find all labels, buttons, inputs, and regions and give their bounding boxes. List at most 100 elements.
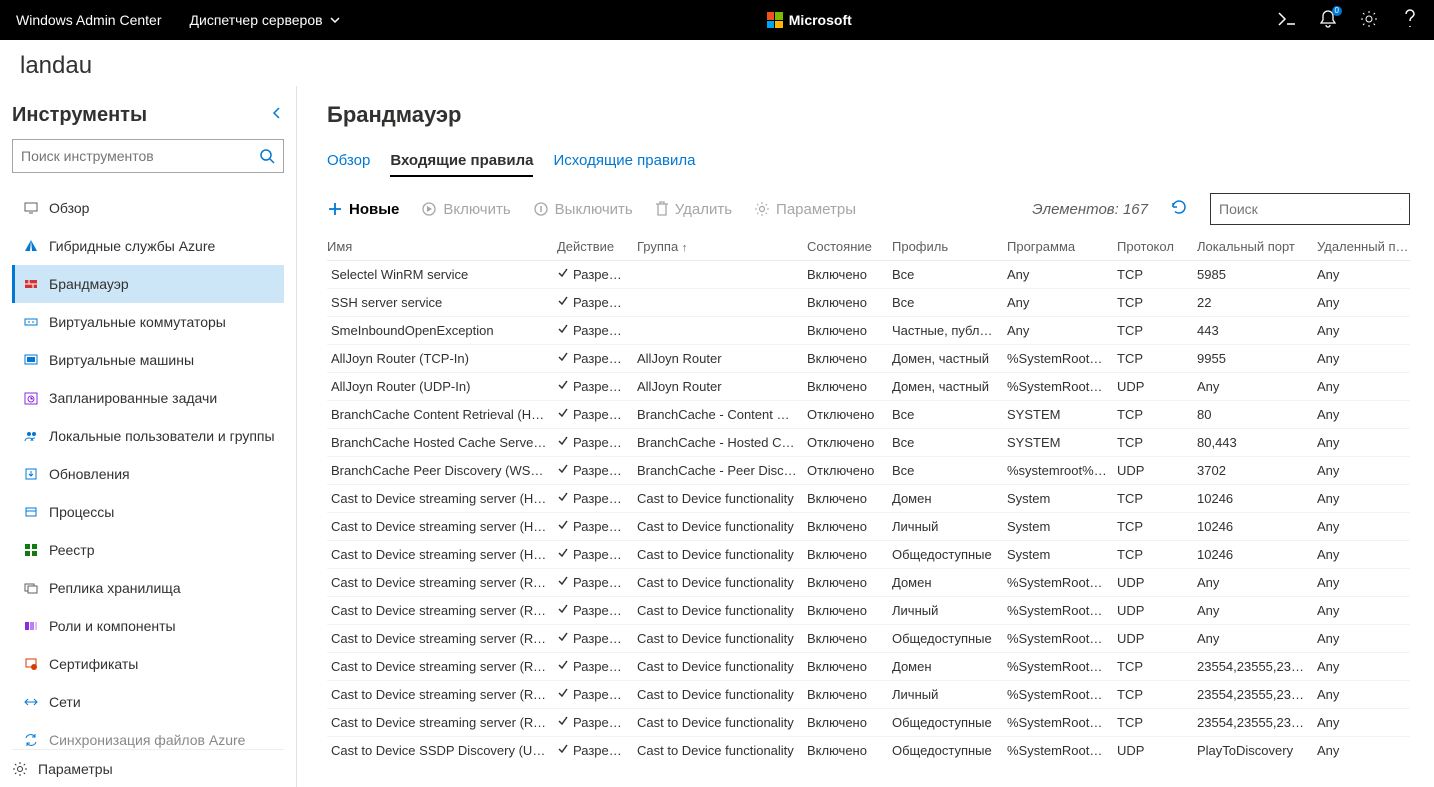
sidebar-item[interactable]: Локальные пользователи и группы	[12, 417, 284, 455]
server-manager-dropdown[interactable]: Диспетчер серверов	[190, 12, 341, 28]
sidebar-item[interactable]: Виртуальные коммутаторы	[12, 303, 284, 341]
table-row[interactable]: Cast to Device streaming server (HTTP…Ра…	[327, 485, 1410, 513]
sidebar-item[interactable]: Роли и компоненты	[12, 607, 284, 645]
enable-icon	[421, 201, 437, 217]
enable-button[interactable]: Включить	[421, 201, 510, 218]
cell-lport: 3702	[1197, 457, 1317, 485]
cell-group: Cast to Device functionality	[637, 569, 807, 597]
sidebar-item-label: Виртуальные машины	[49, 352, 194, 368]
cell-action: Разре…	[557, 401, 637, 429]
cell-state: Включено	[807, 541, 892, 569]
tab-incoming[interactable]: Входящие правила	[390, 152, 533, 177]
microsoft-label: Microsoft	[789, 12, 852, 28]
sidebar-item[interactable]: Обновления	[12, 455, 284, 493]
check-icon	[557, 687, 569, 702]
grid-search[interactable]	[1210, 193, 1410, 225]
sidebar-item[interactable]: Брандмауэр	[12, 265, 284, 303]
new-button[interactable]: Новые	[327, 201, 399, 218]
cell-state: Включено	[807, 625, 892, 653]
cell-program: %systemroot%\s…	[1007, 457, 1117, 485]
update-icon	[23, 466, 39, 482]
params-button[interactable]: Параметры	[754, 201, 856, 218]
table-row[interactable]: AllJoyn Router (UDP-In)Разре…AllJoyn Rou…	[327, 373, 1410, 401]
sync-icon	[23, 732, 39, 748]
cell-group	[637, 317, 807, 345]
column-header[interactable]: Имя	[327, 233, 557, 261]
cell-action: Разре…	[557, 569, 637, 597]
table-row[interactable]: Cast to Device streaming server (RTSP…Ра…	[327, 653, 1410, 681]
column-header[interactable]: Состояние	[807, 233, 892, 261]
collapse-sidebar-icon[interactable]	[270, 106, 284, 125]
table-row[interactable]: SSH server serviceРазре…ВключеноВсеAnyTC…	[327, 289, 1410, 317]
sidebar-search-input[interactable]	[21, 148, 259, 164]
cell-lport: Any	[1197, 625, 1317, 653]
cell-proto: TCP	[1117, 653, 1197, 681]
check-icon	[557, 379, 569, 394]
table-row[interactable]: Cast to Device SSDP Discovery (UDP-In)Ра…	[327, 737, 1410, 765]
table-row[interactable]: Cast to Device streaming server (RTCP…Ра…	[327, 597, 1410, 625]
settings-icon[interactable]	[1360, 10, 1378, 31]
table-row[interactable]: Cast to Device streaming server (RTSP…Ра…	[327, 681, 1410, 709]
sidebar-item-label: Локальные пользователи и группы	[49, 428, 275, 444]
help-icon[interactable]	[1402, 9, 1418, 32]
delete-button[interactable]: Удалить	[655, 201, 732, 218]
cell-name: Cast to Device streaming server (RTCP…	[327, 569, 557, 597]
table-row[interactable]: Cast to Device streaming server (RTCP…Ра…	[327, 625, 1410, 653]
cell-group: Cast to Device functionality	[637, 513, 807, 541]
table-row[interactable]: AllJoyn Router (TCP-In)Разре…AllJoyn Rou…	[327, 345, 1410, 373]
sidebar-item[interactable]: Гибридные службы Azure	[12, 227, 284, 265]
table-row[interactable]: Cast to Device streaming server (RTCP…Ра…	[327, 569, 1410, 597]
cell-program: System	[1007, 541, 1117, 569]
sidebar-item[interactable]: Реестр	[12, 531, 284, 569]
table-row[interactable]: BranchCache Content Retrieval (HTTP-…Раз…	[327, 401, 1410, 429]
cell-program: Any	[1007, 289, 1117, 317]
table-row[interactable]: BranchCache Peer Discovery (WSD-In)Разре…	[327, 457, 1410, 485]
sidebar-footer-settings[interactable]: Параметры	[12, 749, 284, 787]
cell-program: System	[1007, 513, 1117, 541]
table-row[interactable]: Cast to Device streaming server (RTSP…Ра…	[327, 709, 1410, 737]
powershell-icon[interactable]	[1278, 12, 1296, 29]
sidebar-search[interactable]	[12, 139, 284, 173]
table-row[interactable]: BranchCache Hosted Cache Server (H…Разре…	[327, 429, 1410, 457]
column-header[interactable]: Группа ↑	[637, 233, 807, 261]
column-header[interactable]: Протокол	[1117, 233, 1197, 261]
cell-program: Any	[1007, 261, 1117, 289]
firewall-icon	[23, 276, 39, 292]
notifications-icon[interactable]: 0	[1320, 10, 1336, 31]
sidebar-item[interactable]: Обзор	[12, 189, 284, 227]
sidebar-item[interactable]: Виртуальные машины	[12, 341, 284, 379]
table-row[interactable]: SmeInboundOpenExceptionРазре…ВключеноЧас…	[327, 317, 1410, 345]
cell-profile: Домен, частный	[892, 345, 1007, 373]
check-icon	[557, 295, 569, 310]
cell-name: Cast to Device streaming server (HTTP…	[327, 485, 557, 513]
column-header[interactable]: Профиль	[892, 233, 1007, 261]
table-row[interactable]: Cast to Device streaming server (HTTP…Ра…	[327, 513, 1410, 541]
cell-proto: TCP	[1117, 345, 1197, 373]
table-row[interactable]: Selectel WinRM serviceРазре…ВключеноВсеA…	[327, 261, 1410, 289]
tab-outgoing[interactable]: Исходящие правила	[553, 152, 695, 177]
brand-label[interactable]: Windows Admin Center	[16, 12, 162, 28]
notifications-badge: 0	[1332, 6, 1342, 16]
sidebar-item[interactable]: Синхронизация файлов Azure	[12, 721, 284, 749]
cell-name: AllJoyn Router (UDP-In)	[327, 373, 557, 401]
sidebar-item[interactable]: Запланированные задачи	[12, 379, 284, 417]
sidebar-item-label: Реестр	[49, 542, 95, 558]
sidebar-item[interactable]: Сети	[12, 683, 284, 721]
refresh-button[interactable]	[1170, 198, 1188, 220]
column-header[interactable]: Действие	[557, 233, 637, 261]
cell-name: Selectel WinRM service	[327, 261, 557, 289]
column-header[interactable]: Локальный порт	[1197, 233, 1317, 261]
disable-button[interactable]: Выключить	[533, 201, 633, 218]
cell-program: %SystemRoot%\…	[1007, 597, 1117, 625]
cell-action: Разре…	[557, 737, 637, 765]
column-header[interactable]: Удаленный порт	[1317, 233, 1410, 261]
sidebar-item[interactable]: Сертификаты	[12, 645, 284, 683]
grid-search-input[interactable]	[1219, 201, 1400, 217]
server-manager-label: Диспетчер серверов	[190, 12, 323, 28]
column-header[interactable]: Программа	[1007, 233, 1117, 261]
sidebar-item[interactable]: Процессы	[12, 493, 284, 531]
tab-overview[interactable]: Обзор	[327, 152, 370, 177]
table-row[interactable]: Cast to Device streaming server (HTTP…Ра…	[327, 541, 1410, 569]
cell-action: Разре…	[557, 681, 637, 709]
sidebar-item[interactable]: Реплика хранилища	[12, 569, 284, 607]
